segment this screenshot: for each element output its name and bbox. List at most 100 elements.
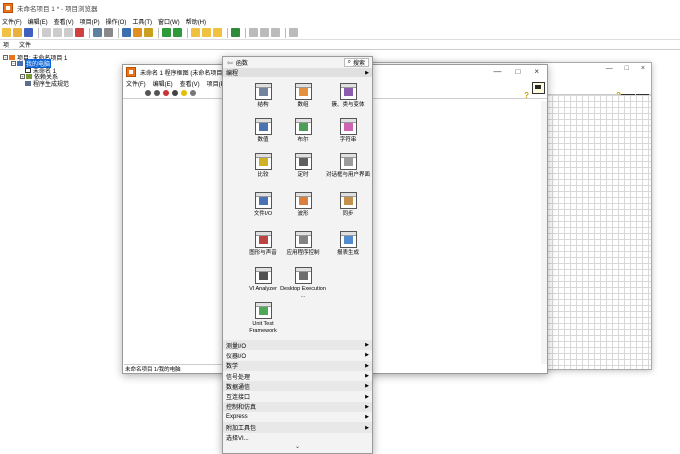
run-icon[interactable]: [231, 28, 240, 37]
pin-icon[interactable]: ⇦: [227, 59, 233, 67]
palette-item-array[interactable]: 数组: [280, 83, 326, 109]
menu-file[interactable]: 文件(F): [2, 17, 22, 26]
palette-item-string[interactable]: 字符串: [325, 118, 371, 144]
menu-view[interactable]: 查看(V): [54, 17, 74, 26]
palette-category[interactable]: 信号处理 ▶: [223, 370, 372, 382]
maximize-button[interactable]: □: [625, 65, 629, 72]
close-button[interactable]: ×: [534, 67, 539, 76]
palette-category[interactable]: 控制和仿真 ▶: [223, 401, 372, 413]
menu-window[interactable]: 窗口(W): [158, 17, 180, 26]
cut-icon[interactable]: [42, 28, 51, 37]
section-label: 编程: [226, 71, 239, 77]
remove-file-icon[interactable]: [173, 28, 182, 37]
vertical-scrollbar[interactable]: [541, 101, 547, 364]
minimize-button[interactable]: —: [493, 67, 501, 76]
palette-item-unit-test-framework[interactable]: Unit Test Framework: [240, 302, 286, 334]
chevron-right-icon: ▶: [365, 362, 369, 369]
folder-open-icon[interactable]: [202, 28, 211, 37]
palette-category[interactable]: 互连接口 ▶: [223, 391, 372, 402]
run-continuously-icon[interactable]: [154, 90, 160, 96]
menu-edit[interactable]: 编辑(E): [28, 17, 48, 26]
refresh-icon[interactable]: [249, 28, 258, 37]
expand-icon[interactable]: +: [20, 74, 25, 80]
menu-tools[interactable]: 工具(T): [132, 17, 152, 26]
properties-icon[interactable]: [133, 28, 142, 37]
help-icon[interactable]: ?: [524, 91, 529, 100]
tree-item-build-specs[interactable]: 程序生成规范: [3, 80, 70, 88]
copy-icon[interactable]: [53, 28, 62, 37]
menu-view[interactable]: 查看(V): [180, 79, 200, 88]
undo-icon[interactable]: [260, 28, 269, 37]
redo-icon[interactable]: [271, 28, 280, 37]
paste-icon[interactable]: [64, 28, 73, 37]
dialog-ui-icon: [339, 153, 357, 170]
menu-operate[interactable]: 操作(O): [106, 17, 127, 26]
palette-category[interactable]: 测量I/O ▶: [223, 340, 372, 351]
build-icon[interactable]: [93, 28, 102, 37]
palette-category[interactable]: Express ▶: [223, 412, 372, 423]
folder-icon[interactable]: [191, 28, 200, 37]
array-icon: [294, 83, 312, 100]
chevron-right-icon: ▶: [365, 342, 369, 349]
search-button[interactable]: ⌕ 搜索: [343, 58, 369, 67]
palette-item-label: 簇、类与变体: [331, 102, 365, 108]
tab-items[interactable]: 项: [3, 40, 9, 49]
highlight-execution-icon[interactable]: [181, 90, 187, 96]
palette-category[interactable]: 数学 ▶: [223, 360, 372, 371]
palette-section-programming[interactable]: 编程 ▶: [223, 68, 372, 77]
menu-edit[interactable]: 编辑(E): [153, 79, 173, 88]
palette-item-cluster-class-variant[interactable]: 簇、类与变体: [325, 83, 371, 109]
palette-category[interactable]: 附加工具包 ▶: [223, 422, 372, 433]
deploy-icon[interactable]: [104, 28, 113, 37]
menu-file[interactable]: 文件(F): [126, 79, 146, 88]
collapse-icon[interactable]: −: [11, 61, 16, 67]
front-panel-grid[interactable]: [546, 95, 651, 369]
close-button[interactable]: ×: [641, 65, 645, 72]
project-tabs: 项 文件: [0, 40, 680, 50]
menu-project[interactable]: 项目(P): [80, 17, 100, 26]
palette-item-app-control[interactable]: 应用程序控制: [280, 231, 326, 257]
menu-help[interactable]: 帮助(H): [186, 17, 206, 26]
project-title-bar: 未命名项目 1 * - 项目浏览器: [0, 0, 680, 16]
palette-item-label: 报表生成: [336, 250, 359, 256]
search-label: 搜索: [352, 61, 365, 67]
step-icon[interactable]: [190, 90, 196, 96]
view-icon[interactable]: [122, 28, 131, 37]
run-arrow-icon[interactable]: [145, 90, 151, 96]
open-icon[interactable]: [13, 28, 22, 37]
palette-item-synchronization[interactable]: 同步: [325, 192, 371, 218]
tab-files[interactable]: 文件: [19, 40, 31, 49]
palette-category[interactable]: 仪器I/O ▶: [223, 350, 372, 361]
palette-item-boolean[interactable]: 布尔: [280, 118, 326, 144]
save-icon[interactable]: [24, 28, 33, 37]
palette-item-dialog-ui[interactable]: 对话框与用户界面: [325, 153, 371, 179]
search-icon: ⌕: [347, 59, 351, 65]
search-icon[interactable]: [289, 28, 298, 37]
category-label: 互连接口: [226, 395, 251, 402]
expand-more-icon[interactable]: ⌄: [223, 443, 372, 453]
vi-analyzer-icon: [254, 267, 272, 284]
lock-icon[interactable]: [144, 28, 153, 37]
palette-item-waveform[interactable]: 波形: [280, 192, 326, 218]
palette-category[interactable]: 选择VI...: [223, 432, 372, 443]
category-label: Express: [226, 414, 248, 421]
add-file-icon[interactable]: [162, 28, 171, 37]
category-label: 控制和仿真: [226, 405, 257, 412]
delete-icon[interactable]: [75, 28, 84, 37]
palette-category[interactable]: 数据通信 ▶: [223, 381, 372, 392]
abort-icon[interactable]: [163, 90, 169, 96]
pause-icon[interactable]: [172, 90, 178, 96]
palette-item-label: 同步: [342, 211, 354, 217]
palette-item-label: 定时: [297, 172, 309, 178]
palette-item-desktop-execution[interactable]: Desktop Execution ...: [280, 267, 326, 299]
palette-item-label: 对话框与用户界面: [325, 172, 370, 178]
maximize-button[interactable]: □: [515, 67, 520, 76]
collapse-icon[interactable]: −: [3, 54, 8, 60]
new-icon[interactable]: [2, 28, 11, 37]
palette-item-report-generation[interactable]: 报表生成: [325, 231, 371, 257]
vi-icon[interactable]: [532, 82, 545, 94]
palette-item-timing[interactable]: 定时: [280, 153, 326, 179]
tree-item-label: 程序生成规范: [33, 81, 70, 88]
minimize-button[interactable]: —: [606, 65, 613, 72]
folder-sync-icon[interactable]: [213, 28, 222, 37]
